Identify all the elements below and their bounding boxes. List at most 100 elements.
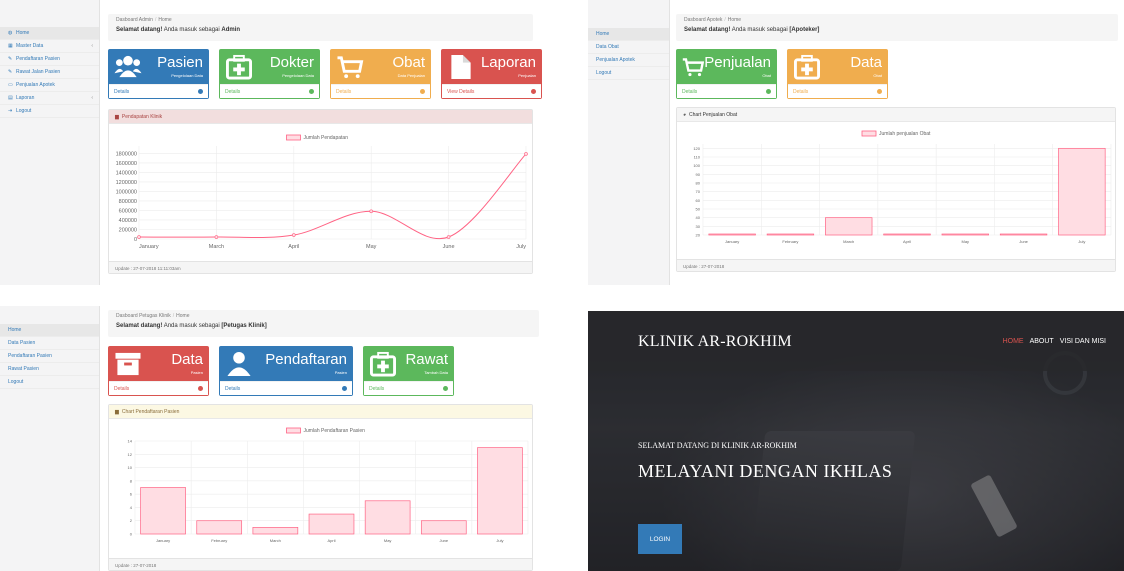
sidebar-item-penjualan-apotek[interactable]: Penjualan Apotek xyxy=(588,54,669,67)
y-tick-label: 50 xyxy=(696,207,701,212)
admin-chart-panel: ▆ Pendapatan Klinik Jumlah Pendapatan 0 20… xyxy=(108,109,533,274)
details-link[interactable]: Details xyxy=(677,84,776,98)
details-link[interactable]: Details xyxy=(109,381,208,395)
welcome-message: Selamat datang! Anda masuk sebagai [Petu… xyxy=(116,323,267,329)
sidebar-item-home[interactable]: Home xyxy=(588,28,669,41)
card-title: Pasien xyxy=(157,54,203,71)
x-tick-label: May xyxy=(962,239,970,244)
bar-chart-icon: ▆ xyxy=(115,408,119,415)
card-title: Rawat xyxy=(405,351,448,368)
card-subtitle: Penjualan xyxy=(518,73,536,78)
details-label: Details xyxy=(225,88,241,95)
sidebar-item-logout[interactable]: Logout xyxy=(0,376,99,389)
card-subtitle: Pengelolaan Data xyxy=(171,73,203,78)
breadcrumb-root[interactable]: Dasboard Apotek xyxy=(684,17,722,23)
details-link[interactable]: Details xyxy=(331,84,430,98)
x-tick-label: May xyxy=(366,244,377,250)
card-title: Dokter xyxy=(269,54,314,71)
sidebar-item-home[interactable]: Home xyxy=(0,324,99,337)
nav-visi-dan-misi[interactable]: VISI DAN MISI xyxy=(1060,338,1106,345)
details-label: Details xyxy=(114,385,130,392)
x-tick-label: February xyxy=(211,538,227,543)
x-tick-label: May xyxy=(384,538,392,543)
welcome-message: Selamat datang! Anda masuk sebagai Admin xyxy=(116,27,241,33)
y-tick-label: 1800000 xyxy=(116,151,137,157)
bar xyxy=(883,233,931,236)
card-title: Penjualan xyxy=(704,54,771,71)
sidebar-item-penjualan-apotek[interactable]: ▭ Penjualan Apotek xyxy=(0,79,99,92)
chart-legend: Jumlah Pendapatan xyxy=(286,134,348,141)
y-tick-label: 60 xyxy=(696,198,701,203)
y-tick-label: 30 xyxy=(696,224,701,229)
breadcrumb-root[interactable]: Dasboard Petugas Klinik xyxy=(116,313,171,319)
apoteker-chart-panel: ◕ Chart Penjualan Obat Jumlah penjualan … xyxy=(676,107,1116,272)
chart-footer: Update : 27-07-2018 11:11:03am xyxy=(109,261,532,273)
y-tick-label: 70 xyxy=(696,189,701,194)
brand-logo[interactable]: KLINIK AR-ROKHIM xyxy=(638,333,792,351)
sidebar-item-home[interactable]: ◍ Home xyxy=(0,27,99,40)
details-link[interactable]: Details xyxy=(364,381,453,395)
nav-home[interactable]: HOME xyxy=(1003,338,1024,345)
details-link[interactable]: Details xyxy=(788,84,887,98)
login-button[interactable]: LOGIN xyxy=(638,524,682,554)
data-point xyxy=(524,152,528,156)
card-title: Obat xyxy=(392,54,425,71)
details-link[interactable]: Details xyxy=(220,381,352,395)
bar xyxy=(252,527,299,535)
bar xyxy=(708,233,756,236)
apoteker-cards: Penjualan Obat Details Data Obat Details xyxy=(676,49,888,99)
sidebar-item-rawat-jalan-pasien[interactable]: ✎ Rawat Jalan Pasien xyxy=(0,66,99,79)
sidebar-item-laporan[interactable]: ▤ Laporan ‹ xyxy=(0,92,99,105)
edit-icon: ✎ xyxy=(8,56,13,62)
breadcrumb: Dasboard Apotek / Home Selamat datang! And… xyxy=(676,14,1118,41)
sidebar-item-rawat-pasien[interactable]: Rawat Pasien xyxy=(0,363,99,376)
sidebar-item-logout[interactable]: Logout xyxy=(588,67,669,80)
chevron-left-icon: ‹ xyxy=(91,43,93,49)
card-data: Data Pasien Details xyxy=(108,346,209,396)
breadcrumb-root[interactable]: Dasboard Admin xyxy=(116,17,153,23)
details-label: Details xyxy=(114,88,130,95)
x-tick-label: February xyxy=(782,239,798,244)
y-tick-label: 14 xyxy=(128,439,133,444)
chart-legend: Jumlah penjualan Obat xyxy=(861,130,931,137)
sidebar-item-data-pasien[interactable]: Data Pasien xyxy=(0,337,99,350)
x-tick-label: April xyxy=(903,239,911,244)
chart-title: Chart Pendaftaran Pasien xyxy=(121,408,180,415)
sidebar-item-logout[interactable]: ⇥ Logout xyxy=(0,105,99,118)
details-link[interactable]: Details xyxy=(220,84,319,98)
y-tick-label: 200000 xyxy=(119,227,137,233)
breadcrumb: Dasboard Admin / Home Selamat datang! Anda… xyxy=(108,14,533,41)
y-tick-label: 2 xyxy=(130,518,133,523)
sidebar-item-pendaftaran-pasien[interactable]: Pendaftaran Pasien xyxy=(0,350,99,363)
y-tick-label: 1000000 xyxy=(116,189,137,195)
bar-chart-icon: ▆ xyxy=(115,113,119,120)
card-laporan: Laporan Penjualan View Details xyxy=(441,49,542,99)
admin-dashboard: ◍ Home ▦ Master Data ‹ ✎ Pendaftaran Pasien ✎ Ra… xyxy=(0,0,545,285)
y-tick-label: 40 xyxy=(696,215,701,220)
sidebar-item-pendaftaran-pasien[interactable]: ✎ Pendaftaran Pasien xyxy=(0,53,99,66)
petugas-dashboard: Home Data Pasien Pendaftaran Pasien Rawat P… xyxy=(0,306,545,571)
card-obat: Obat Data Penjualan Details xyxy=(330,49,431,99)
bar xyxy=(999,233,1048,236)
sales-bar-chart: Jumlah penjualan Obat 20 30 40 50 60 70 80 90 100… xyxy=(693,130,1112,244)
breadcrumb-current: Home xyxy=(176,313,190,319)
sidebar-item-master-data[interactable]: ▦ Master Data ‹ xyxy=(0,40,99,53)
details-link[interactable]: Details xyxy=(109,84,208,98)
data-point xyxy=(292,233,296,237)
y-tick-label: 0 xyxy=(130,532,133,537)
y-tick-label: 100 xyxy=(693,163,700,168)
nav-about[interactable]: ABOUT xyxy=(1030,338,1054,345)
chevron-left-icon: ‹ xyxy=(91,95,93,101)
sidebar-item-data-obat[interactable]: Data Obat xyxy=(588,41,669,54)
details-link[interactable]: View Details xyxy=(442,84,541,98)
chart-footer: Update : 27-07-2018 xyxy=(109,558,532,570)
card-title: Data xyxy=(850,54,882,71)
y-tick-label: 800000 xyxy=(119,199,137,205)
sidebar-item-label: Logout xyxy=(596,70,612,76)
arrow-circle-right-icon xyxy=(443,386,448,391)
y-tick-label: 6 xyxy=(130,492,133,497)
breadcrumb-current: Home xyxy=(158,17,172,23)
y-tick-label: 120 xyxy=(693,146,700,151)
file-icon: ▤ xyxy=(8,95,13,101)
card-pendaftaran: Pendaftaran Pasien Details xyxy=(219,346,353,396)
